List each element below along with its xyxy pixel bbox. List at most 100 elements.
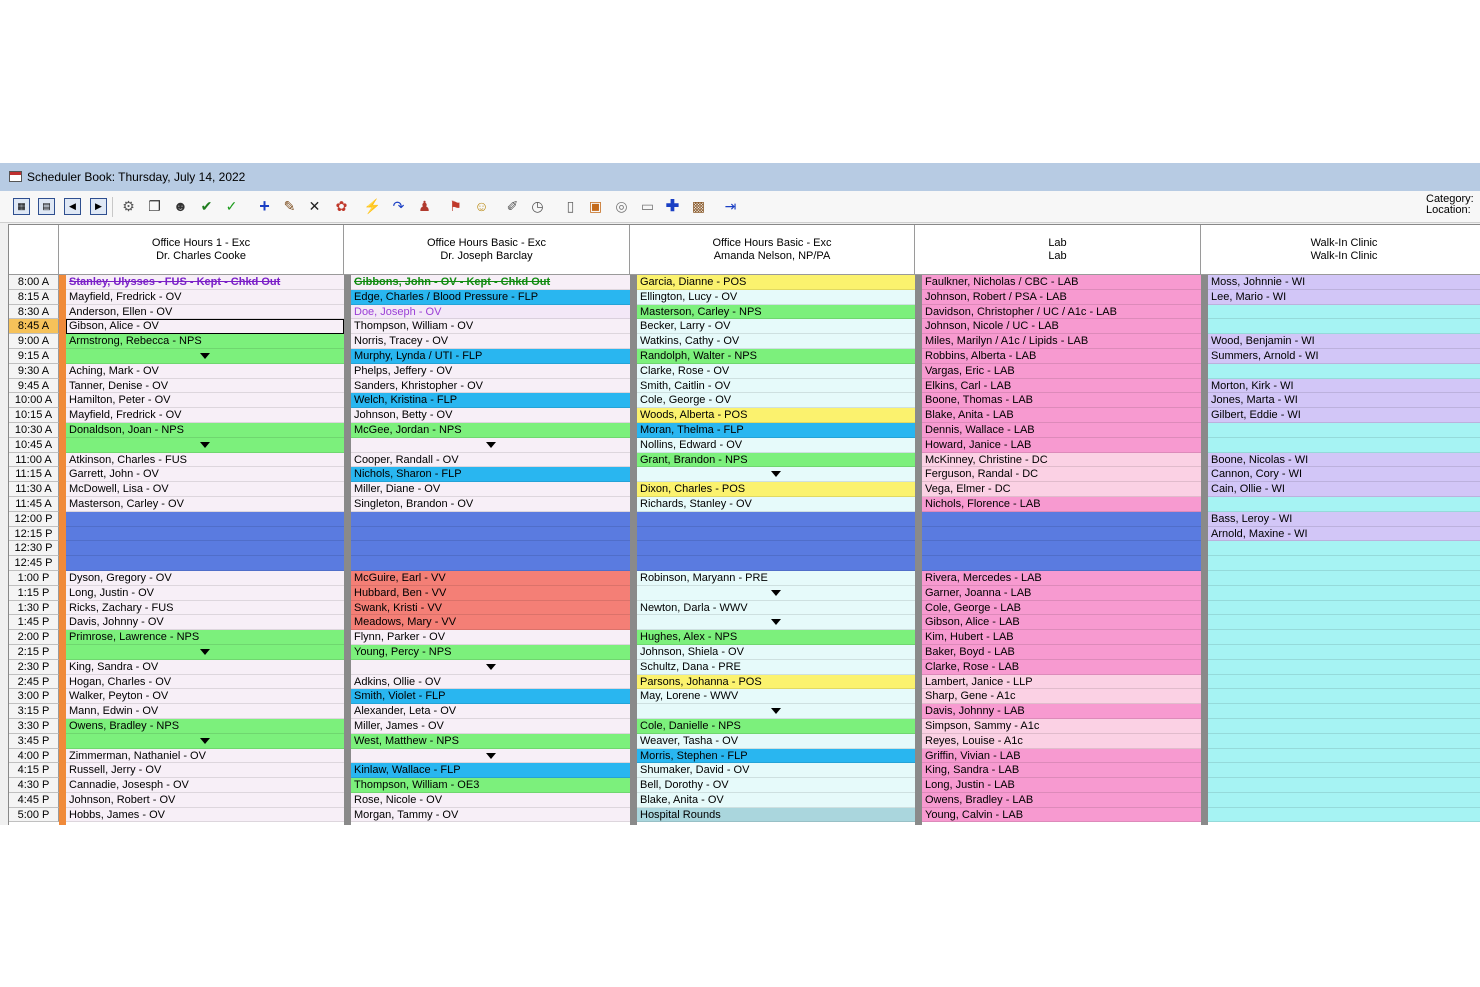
appointment-slot[interactable]: Weaver, Tasha - OV [637, 733, 915, 749]
book-icon[interactable]: ▣ [587, 198, 604, 215]
exit-icon[interactable]: ⇥ [722, 198, 739, 215]
continuation-slot[interactable] [637, 704, 915, 719]
continuation-slot[interactable] [351, 437, 630, 453]
appointment-slot[interactable]: Dyson, Gregory - OV [66, 570, 344, 586]
appointment-slot[interactable]: Gilbert, Eddie - WI [1208, 408, 1480, 423]
appointment-slot[interactable]: Swank, Kristi - VV [351, 600, 630, 616]
appointment-slot[interactable]: Davis, Johnny - LAB [922, 704, 1201, 719]
appointment-slot[interactable]: Hobbs, James - OV [66, 807, 344, 823]
appointment-slot[interactable]: Robbins, Alberta - LAB [922, 348, 1201, 364]
empty-slot[interactable] [1208, 556, 1480, 571]
appointment-slot[interactable]: May, Lorene - WWV [637, 689, 915, 705]
appointment-slot[interactable]: Owens, Bradley - LAB [922, 792, 1201, 808]
appointment-slot[interactable]: Wood, Benjamin - WI [1208, 334, 1480, 349]
appointment-slot[interactable]: Boone, Thomas - LAB [922, 393, 1201, 409]
appointment-slot[interactable]: Masterson, Carley - OV [66, 496, 344, 512]
empty-slot[interactable] [922, 541, 1201, 557]
edit-appointment-icon[interactable]: ✎ [281, 198, 298, 215]
empty-slot[interactable] [1208, 763, 1480, 779]
continuation-slot[interactable] [66, 348, 344, 364]
appointment-slot[interactable]: Rose, Nicole - OV [351, 792, 630, 808]
appointment-slot[interactable]: Garner, Joanna - LAB [922, 585, 1201, 601]
find-icon[interactable]: ⚙ [120, 198, 137, 215]
appointment-slot[interactable]: Cooper, Randall - OV [351, 452, 630, 468]
empty-slot[interactable] [66, 556, 344, 571]
appointment-slot[interactable]: Grant, Brandon - NPS [637, 452, 915, 468]
empty-slot[interactable] [1208, 541, 1480, 557]
search-clock-icon[interactable]: ◷ [529, 198, 546, 215]
appointment-slot[interactable]: Atkinson, Charles - FUS [66, 452, 344, 468]
week-view-icon[interactable]: ▤ [38, 198, 55, 215]
appointment-slot[interactable]: Parsons, Johanna - POS [637, 674, 915, 690]
continuation-slot[interactable] [637, 467, 915, 483]
appointment-slot[interactable]: Alexander, Leta - OV [351, 704, 630, 719]
add-appointment-icon[interactable]: + [256, 197, 273, 215]
appointment-slot[interactable]: Simpson, Sammy - A1c [922, 718, 1201, 734]
continuation-slot[interactable] [351, 659, 630, 675]
empty-slot[interactable] [1208, 644, 1480, 660]
appointment-slot[interactable]: Garrett, John - OV [66, 467, 344, 483]
note-icon[interactable]: ▯ [562, 198, 579, 215]
continuation-slot[interactable] [66, 733, 344, 749]
empty-slot[interactable] [351, 556, 630, 571]
empty-slot[interactable] [1208, 718, 1480, 734]
empty-slot[interactable] [1208, 585, 1480, 601]
reschedule-icon[interactable]: ✿ [333, 198, 350, 215]
appointment-slot[interactable]: Watkins, Cathy - OV [637, 334, 915, 349]
appointment-slot[interactable]: Nichols, Florence - LAB [922, 496, 1201, 512]
appointment-slot[interactable]: Aching, Mark - OV [66, 363, 344, 379]
empty-slot[interactable] [637, 541, 915, 557]
appointment-slot[interactable]: Kinlaw, Wallace - FLP [351, 763, 630, 779]
appointment-slot[interactable]: Blake, Anita - OV [637, 792, 915, 808]
appointment-slot[interactable]: Vega, Elmer - DC [922, 482, 1201, 497]
appointment-slot[interactable]: McKinney, Christine - DC [922, 452, 1201, 468]
appointment-slot[interactable]: Gibson, Alice - LAB [922, 615, 1201, 631]
appointment-slot[interactable]: Masterson, Carley - NPS [637, 304, 915, 320]
day-view-icon[interactable]: ▦ [13, 198, 30, 215]
appointment-slot[interactable]: Shumaker, David - OV [637, 763, 915, 779]
continuation-slot[interactable] [637, 585, 915, 601]
appointment-slot[interactable]: Cole, George - LAB [922, 600, 1201, 616]
appointment-slot[interactable]: Elkins, Carl - LAB [922, 378, 1201, 394]
check-in-icon[interactable]: ✔ [198, 198, 215, 215]
appointment-slot[interactable]: Lee, Mario - WI [1208, 289, 1480, 305]
empty-slot[interactable] [637, 526, 915, 542]
appointment-slot[interactable]: Clarke, Rose - LAB [922, 659, 1201, 675]
appointment-slot[interactable]: Johnson, Robert - OV [66, 792, 344, 808]
appointment-slot[interactable]: Dixon, Charles - POS [637, 482, 915, 497]
empty-slot[interactable] [1208, 422, 1480, 438]
empty-slot[interactable] [1208, 733, 1480, 749]
appointment-slot[interactable]: Cole, George - OV [637, 393, 915, 409]
copy-icon[interactable]: ❐ [146, 198, 163, 215]
continuation-slot[interactable] [66, 437, 344, 453]
appointment-slot[interactable]: Howard, Janice - LAB [922, 437, 1201, 453]
appointment-slot[interactable]: Moran, Thelma - FLP [637, 422, 915, 438]
appointment-slot[interactable]: Hamilton, Peter - OV [66, 393, 344, 409]
appointment-slot[interactable]: McDowell, Lisa - OV [66, 482, 344, 497]
empty-slot[interactable] [1208, 304, 1480, 320]
appointment-slot[interactable]: Singleton, Brandon - OV [351, 496, 630, 512]
empty-slot[interactable] [922, 526, 1201, 542]
appointment-slot[interactable]: Meadows, Mary - VV [351, 615, 630, 631]
appointment-slot[interactable]: Mann, Edwin - OV [66, 704, 344, 719]
appointment-slot[interactable]: Long, Justin - OV [66, 585, 344, 601]
appointment-slot[interactable]: Russell, Jerry - OV [66, 763, 344, 779]
continuation-slot[interactable] [351, 748, 630, 764]
empty-slot[interactable] [1208, 437, 1480, 453]
appointment-slot[interactable]: Ellington, Lucy - OV [637, 289, 915, 305]
appointment-slot[interactable]: Jones, Marta - WI [1208, 393, 1480, 409]
empty-slot[interactable] [922, 556, 1201, 571]
appointment-slot[interactable]: Cain, Ollie - WI [1208, 482, 1480, 497]
appointment-slot[interactable]: Lambert, Janice - LLP [922, 674, 1201, 690]
empty-slot[interactable] [1208, 792, 1480, 808]
appointment-slot[interactable]: Baker, Boyd - LAB [922, 644, 1201, 660]
appointment-slot[interactable]: Johnson, Robert / PSA - LAB [922, 289, 1201, 305]
next-day-icon[interactable]: ▶ [90, 198, 107, 215]
column-header[interactable]: Walk-In Clinic Walk-In Clinic [1201, 225, 1480, 275]
appointment-slot[interactable]: Mayfield, Fredrick - OV [66, 289, 344, 305]
empty-slot[interactable] [1208, 704, 1480, 719]
appointment-slot[interactable]: Cannadie, Josesph - OV [66, 778, 344, 793]
appointment-slot[interactable]: Primrose, Lawrence - NPS [66, 630, 344, 645]
empty-slot[interactable] [351, 511, 630, 527]
appointment-slot[interactable]: Owens, Bradley - NPS [66, 718, 344, 734]
